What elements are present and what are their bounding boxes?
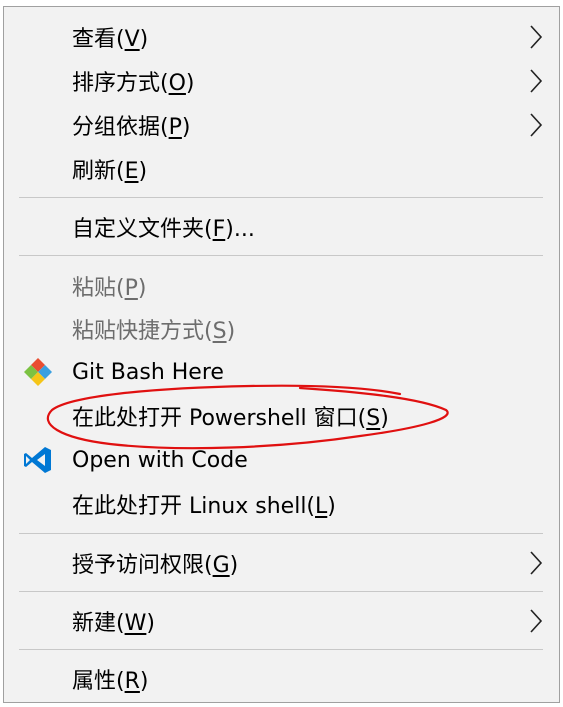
menu-item-label: 粘贴快捷方式(S): [72, 319, 236, 344]
menu-item-new[interactable]: 新建(W): [4, 600, 559, 642]
menu-item-label: 分组依据(P): [72, 115, 191, 140]
access-key: W: [124, 611, 147, 636]
access-key: S: [212, 319, 227, 344]
menu-item-paste: 粘贴(P): [4, 265, 559, 307]
menu-item-label: 排序方式(O): [72, 71, 195, 96]
access-key: E: [124, 159, 139, 184]
menu-item-open-powershell[interactable]: 在此处打开 Powershell 窗口(S): [4, 395, 559, 437]
menu-item-label: Git Bash Here: [72, 359, 224, 385]
chevron-right-icon: [530, 69, 543, 93]
menu-item-label: 授予访问权限(G): [72, 553, 239, 578]
menu-item-refresh[interactable]: 刷新(E): [4, 148, 559, 190]
menu-separator: [19, 533, 543, 534]
menu-item-give-access[interactable]: 授予访问权限(G): [4, 542, 559, 584]
access-key: G: [212, 553, 230, 578]
menu-item-label: 自定义文件夹(F)...: [72, 217, 255, 242]
menu-separator: [19, 649, 543, 650]
access-key: L: [315, 494, 328, 519]
git-bash-icon: [24, 358, 52, 386]
menu-item-label: 新建(W): [72, 611, 155, 636]
menu-item-label: 在此处打开 Powershell 窗口(S): [72, 406, 389, 431]
access-key: O: [168, 71, 186, 96]
vscode-icon: [24, 447, 51, 473]
chevron-right-icon: [530, 551, 543, 575]
menu-item-label: 粘贴(P): [72, 276, 147, 301]
menu-separator: [19, 255, 543, 256]
menu-item-group-by[interactable]: 分组依据(P): [4, 104, 559, 146]
access-key: F: [212, 217, 226, 242]
menu-separator: [19, 591, 543, 592]
menu-item-open-linux-shell[interactable]: 在此处打开 Linux shell(L): [4, 483, 559, 525]
menu-item-label: 刷新(E): [72, 159, 148, 184]
menu-item-properties[interactable]: 属性(R): [4, 658, 559, 700]
menu-separator: [19, 197, 543, 198]
chevron-right-icon: [530, 25, 543, 49]
menu-item-view[interactable]: 查看(V): [4, 16, 559, 58]
menu-item-customize-folder[interactable]: 自定义文件夹(F)...: [4, 206, 559, 248]
access-key: R: [124, 669, 140, 694]
menu-item-label: 查看(V): [72, 27, 149, 52]
chevron-right-icon: [530, 609, 543, 633]
chevron-right-icon: [530, 113, 543, 137]
menu-item-sort-by[interactable]: 排序方式(O): [4, 60, 559, 102]
menu-item-label: 属性(R): [72, 669, 149, 694]
access-key: P: [168, 115, 182, 140]
menu-item-paste-shortcut: 粘贴快捷方式(S): [4, 308, 559, 350]
access-key: V: [124, 27, 140, 52]
context-menu: 查看(V) 排序方式(O) 分组依据(P) 刷新(E) 自定义文件夹(F)...…: [3, 6, 560, 703]
menu-item-open-with-code[interactable]: Open with Code: [4, 439, 559, 481]
menu-item-label: Open with Code: [72, 447, 248, 473]
menu-item-git-bash-here[interactable]: Git Bash Here: [4, 351, 559, 393]
access-key: P: [124, 276, 138, 301]
menu-item-label: 在此处打开 Linux shell(L): [72, 494, 336, 519]
access-key: S: [366, 406, 381, 431]
